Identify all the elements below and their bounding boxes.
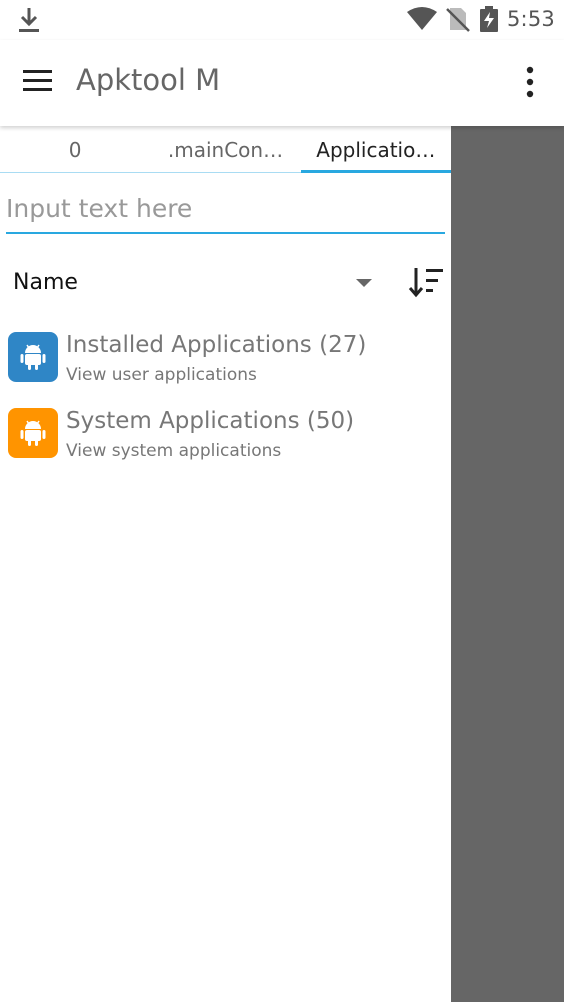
drawer-scrim[interactable] (451, 126, 564, 1002)
android-robot-icon (20, 344, 46, 370)
app-category-list: Installed Applications (27) View user ap… (0, 328, 451, 480)
hamburger-menu-icon[interactable] (18, 62, 58, 102)
list-item-title: Installed Applications (27) (66, 332, 367, 358)
list-item-subtitle: View system applications (66, 441, 282, 461)
app-bar: Apktool M (0, 40, 564, 126)
battery-charging-icon (480, 6, 498, 32)
sort-selected-value[interactable]: Name (13, 270, 78, 295)
no-sim-icon (446, 8, 470, 32)
list-item-system-applications[interactable]: System Applications (50) View system app… (0, 404, 451, 480)
android-robot-icon (20, 420, 46, 446)
tab-applications[interactable]: Applicatio… (300, 126, 451, 173)
download-icon (19, 8, 39, 32)
list-item-installed-applications[interactable]: Installed Applications (27) View user ap… (0, 328, 451, 404)
list-item-title: System Applications (50) (66, 408, 355, 434)
search-input[interactable] (6, 190, 445, 234)
list-item-subtitle: View user applications (66, 365, 257, 385)
status-bar: 5:53 (0, 0, 564, 40)
android-icon (8, 408, 58, 458)
wifi-icon (407, 7, 437, 30)
dropdown-arrow-icon[interactable] (352, 276, 376, 290)
app-title: Apktool M (76, 63, 221, 97)
android-icon (8, 332, 58, 382)
sort-row: Name (0, 258, 451, 308)
tab-bar: 0 .mainCon… Applicatio… (0, 126, 451, 173)
status-time: 5:53 (507, 7, 555, 31)
tab-0[interactable]: 0 (0, 126, 150, 173)
sort-descending-icon[interactable] (406, 266, 446, 300)
tab-main-con[interactable]: .mainCon… (150, 126, 300, 173)
tab-divider (0, 172, 451, 173)
more-vert-icon[interactable] (514, 62, 546, 104)
drawer-panel: 0 .mainCon… Applicatio… Name (0, 126, 451, 1002)
